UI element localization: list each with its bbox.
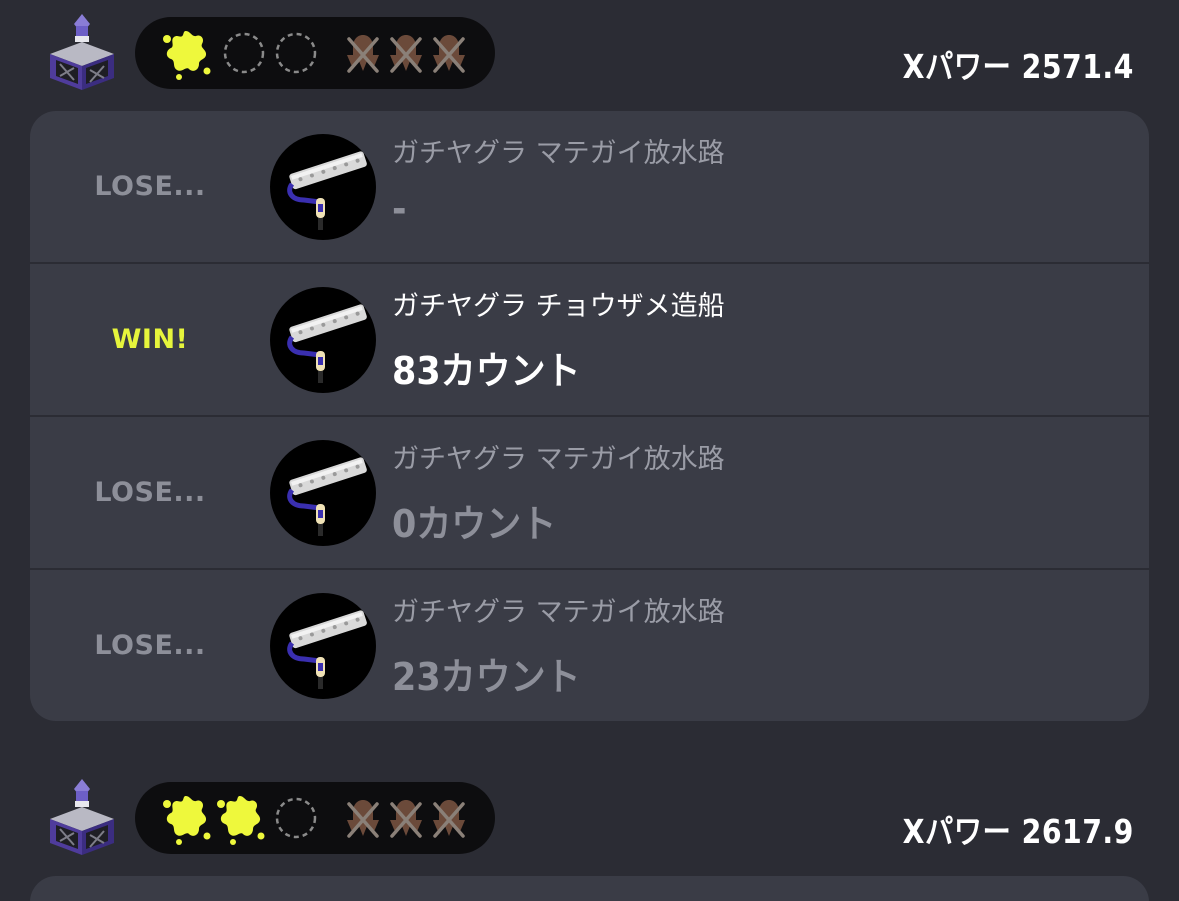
empty-win-slot-icon [275, 797, 317, 839]
match-row[interactable]: WIN! ガチヤグラ チョウザメ造船 83カウント [30, 264, 1149, 417]
match-score: 0カウント [392, 502, 557, 546]
match-score: 83カウント [392, 349, 581, 393]
match-score: 23カウント [392, 655, 581, 699]
match-result-label: LOSE... [94, 171, 206, 202]
win-splat-icon [163, 796, 211, 845]
roller-weapon-icon [270, 287, 376, 393]
match-list-card: LOSE... ガチヤグラ マテガイ放水路 - WIN! ガチヤグラ チョウザメ… [30, 111, 1149, 721]
win-loss-record [135, 782, 495, 854]
tower-control-mode-icon [50, 14, 114, 90]
win-splat-icon [217, 796, 265, 845]
match-result-label: WIN! [111, 324, 189, 355]
loss-marker-icon [347, 35, 379, 73]
xpower-value: Xパワー 2571.4 [902, 47, 1134, 86]
match-result-label: LOSE... [94, 630, 206, 661]
match-row[interactable]: LOSE... ガチヤグラ マテガイ放水路 - [30, 111, 1149, 264]
mode-stage-name: ガチヤグラ マテガイ放水路 [392, 444, 725, 475]
empty-win-slot-icon [223, 32, 265, 74]
loss-marker-icon [433, 35, 465, 73]
match-set: Xパワー 2571.4 LOSE... ガチヤグラ マテガイ放水路 - WIN!… [0, 0, 1179, 721]
match-row[interactable]: LOSE... ガチヤグラ マテガイ放水路 0カウント [30, 417, 1149, 570]
empty-win-slot-icon [275, 32, 317, 74]
set-header: Xパワー 2617.9 [0, 765, 1179, 875]
win-splat-icon [163, 31, 211, 80]
roller-weapon-icon [270, 134, 376, 240]
loss-marker-icon [390, 35, 422, 73]
battle-history-page: Xパワー 2571.4 LOSE... ガチヤグラ マテガイ放水路 - WIN!… [0, 0, 1179, 901]
loss-marker-icon [390, 800, 422, 838]
loss-marker-icon [347, 800, 379, 838]
match-score: - [392, 187, 407, 231]
xpower-value: Xパワー 2617.9 [902, 812, 1134, 851]
match-row[interactable]: LOSE... ガチヤグラ マテガイ放水路 23カウント [30, 570, 1149, 721]
win-loss-record [135, 17, 495, 89]
mode-stage-name: ガチヤグラ チョウザメ造船 [392, 291, 725, 322]
match-result-label: LOSE... [94, 477, 206, 508]
mode-stage-name: ガチヤグラ マテガイ放水路 [392, 138, 725, 169]
roller-weapon-icon [270, 593, 376, 699]
match-list-card [30, 876, 1149, 901]
match-set: Xパワー 2617.9 [0, 765, 1179, 901]
loss-marker-icon [433, 800, 465, 838]
roller-weapon-icon [270, 440, 376, 546]
set-header: Xパワー 2571.4 [0, 0, 1179, 110]
mode-stage-name: ガチヤグラ マテガイ放水路 [392, 597, 725, 628]
tower-control-mode-icon [50, 779, 114, 855]
